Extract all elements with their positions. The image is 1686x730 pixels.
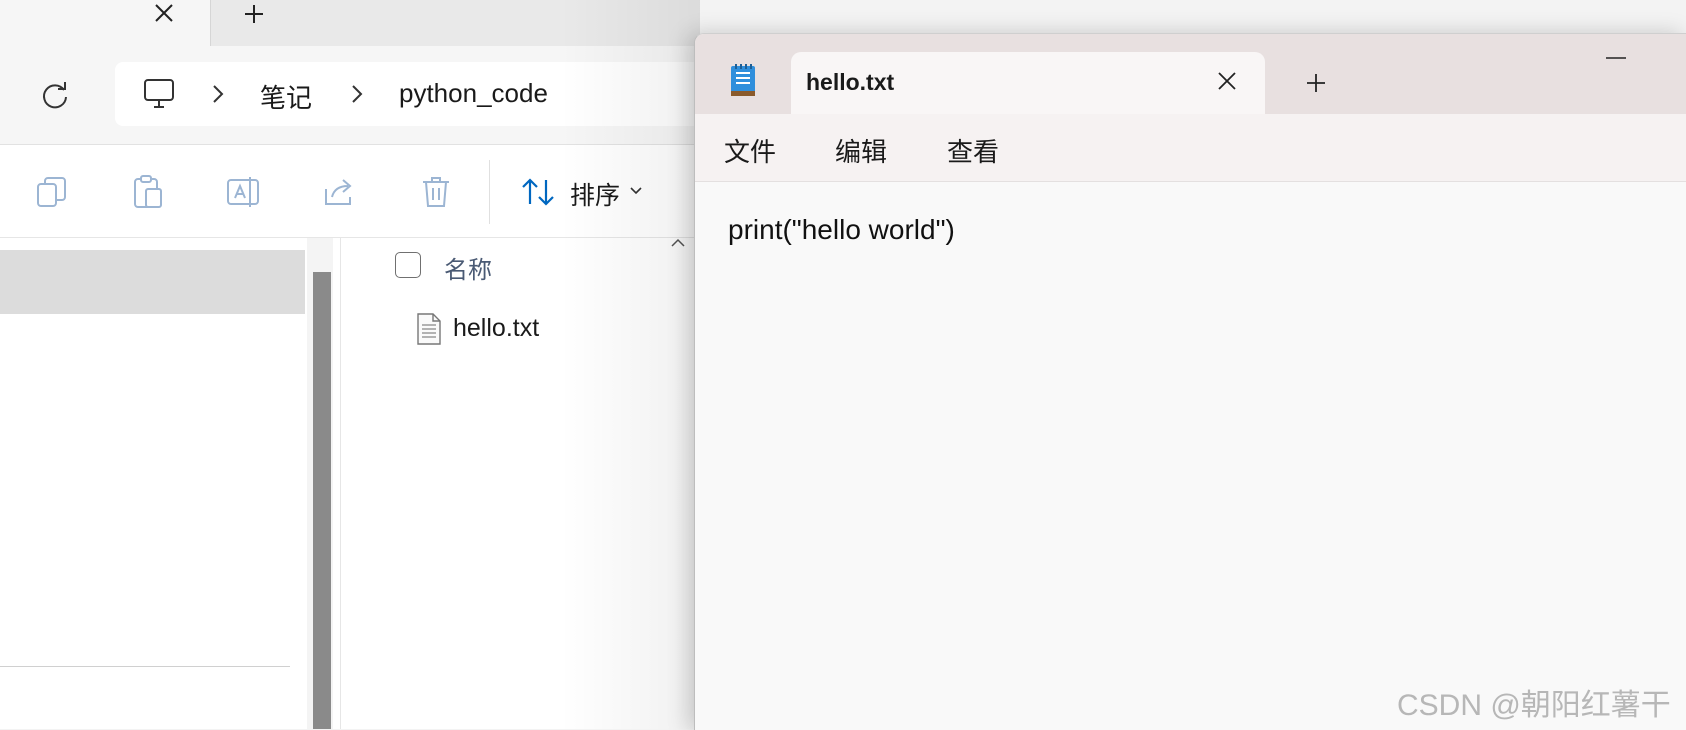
chevron-up-icon[interactable] (670, 238, 686, 248)
share-button[interactable] (310, 162, 370, 222)
text-file-icon (416, 313, 442, 345)
delete-button[interactable] (406, 162, 466, 222)
document-tab-title[interactable]: hello.txt (806, 69, 894, 96)
rename-icon (227, 177, 259, 207)
editor-content[interactable]: print("hello world") (728, 214, 955, 246)
nav-item-selected[interactable] (0, 250, 305, 314)
explorer-tab-bar (0, 0, 700, 46)
name-column-header[interactable]: 名称 (444, 250, 492, 285)
text-editor[interactable] (695, 182, 1686, 730)
refresh-icon[interactable] (40, 80, 70, 110)
nav-divider (0, 666, 290, 667)
new-tab-icon[interactable] (1305, 72, 1327, 94)
chevron-right-icon[interactable] (211, 84, 225, 104)
tab-divider (210, 0, 211, 46)
pane-divider[interactable] (340, 238, 341, 729)
chevron-right-icon[interactable] (350, 84, 364, 104)
toolbar-divider (489, 160, 490, 224)
sort-icon[interactable] (520, 176, 556, 208)
breadcrumb-item[interactable]: python_code (399, 78, 548, 109)
breadcrumb-item[interactable]: 笔记 (260, 78, 312, 115)
file-item-name[interactable]: hello.txt (453, 314, 539, 343)
close-tab-icon[interactable] (153, 2, 175, 24)
share-icon (325, 179, 352, 205)
file-explorer-window: 笔记 python_code 排序 名称 hello.txt (0, 0, 715, 729)
sort-button[interactable]: 排序 (570, 176, 620, 212)
scrollbar-thumb[interactable] (313, 272, 331, 729)
menu-item-file[interactable]: 文件 (724, 132, 776, 169)
watermark: CSDN @朝阳红薯干 (1397, 689, 1671, 722)
address-bar[interactable]: 笔记 python_code (115, 62, 715, 126)
copy-icon (37, 177, 66, 207)
computer-icon (142, 78, 176, 110)
menu-item-edit[interactable]: 编辑 (835, 132, 887, 169)
trash-icon (423, 177, 449, 207)
minimize-icon[interactable] (1605, 56, 1627, 60)
rename-button[interactable] (214, 162, 274, 222)
notepad-window: hello.txt 文件 编辑 查看 print("hello world") (694, 33, 1686, 730)
paste-button[interactable] (118, 162, 178, 222)
new-tab-icon[interactable] (243, 3, 265, 25)
copy-button[interactable] (22, 162, 82, 222)
notepad-app-icon (729, 62, 757, 98)
close-tab-icon[interactable] (1217, 71, 1237, 91)
menu-item-view[interactable]: 查看 (947, 132, 999, 169)
explorer-tab[interactable] (0, 0, 210, 46)
select-all-checkbox[interactable] (395, 252, 421, 278)
paste-icon (134, 175, 162, 208)
chevron-down-icon[interactable] (629, 186, 643, 196)
